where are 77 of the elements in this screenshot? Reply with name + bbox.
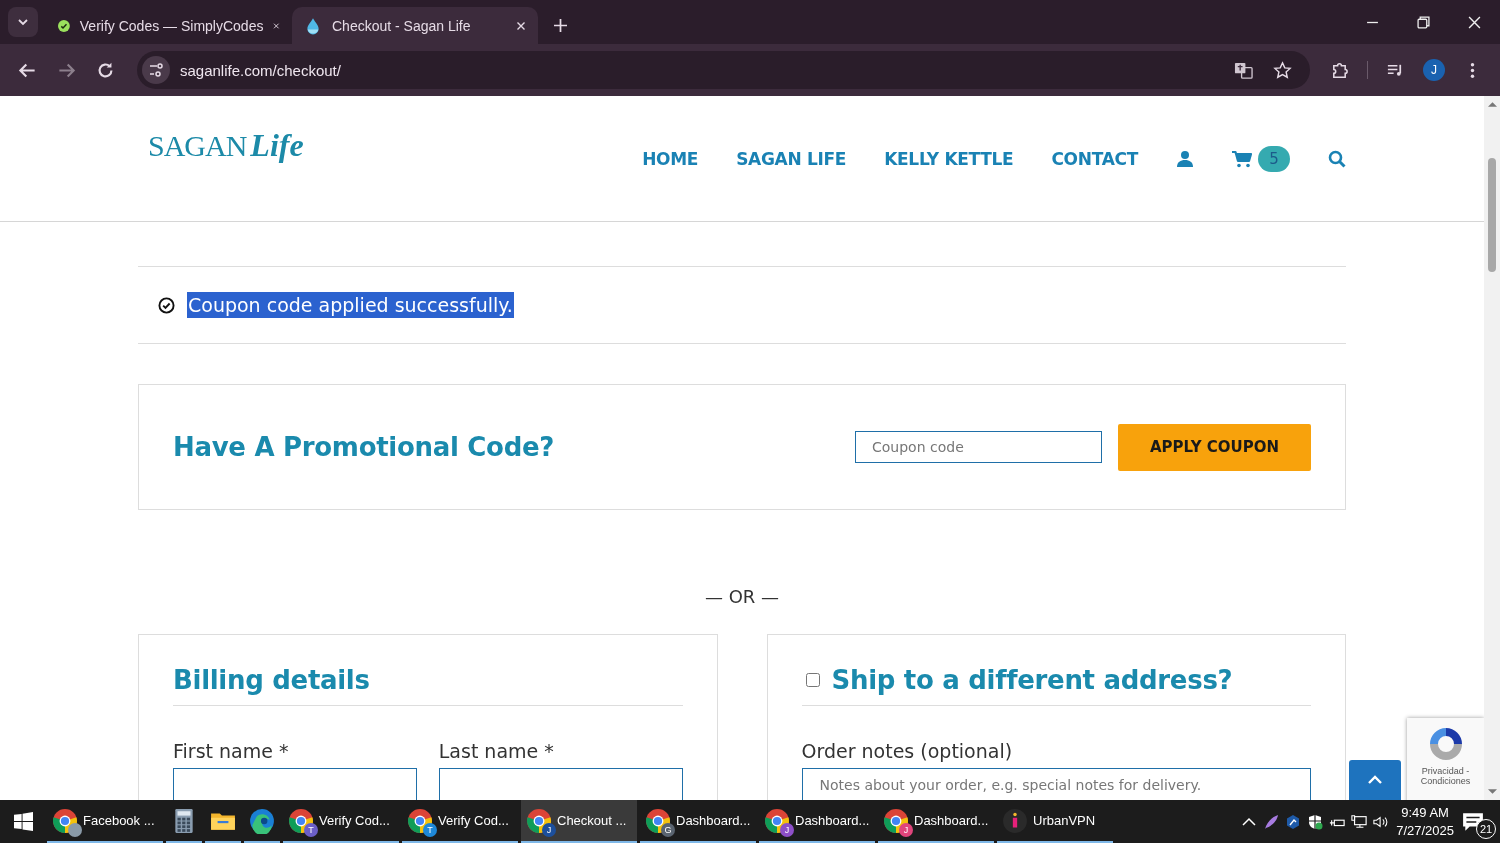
browser-tab[interactable]: Verify Codes — SimplyCodes — [46, 7, 292, 44]
user-icon[interactable] — [1176, 149, 1194, 168]
search-icon[interactable] — [1328, 149, 1346, 168]
coupon-field[interactable]: Coupon code — [855, 431, 1102, 463]
check-circle-icon — [158, 296, 175, 314]
shipping-heading: Ship to a different address? — [831, 665, 1233, 695]
browser-tab[interactable]: Checkout - Sagan Life — [292, 7, 538, 44]
billing-heading: Billing details — [173, 665, 683, 706]
field-label: Order notes (optional) — [801, 740, 1014, 762]
profile-avatar[interactable]: J — [1423, 59, 1445, 81]
tab-title: Verify Codes — SimplyCodes — [79, 17, 264, 34]
ship-checkbox[interactable] — [805, 673, 820, 687]
hexagon-app-icon[interactable] — [1285, 813, 1302, 830]
network-icon[interactable] — [1351, 813, 1368, 830]
chevron-up-icon — [1367, 775, 1383, 785]
taskbar-button[interactable]: T Verify Cod... — [283, 800, 399, 843]
scroll-down-icon[interactable] — [1487, 789, 1497, 795]
chevron-down-icon — [17, 16, 29, 28]
nav-link[interactable]: HOME — [642, 148, 699, 169]
taskbar-button[interactable]: Facebook ... — [47, 800, 163, 843]
restore-icon[interactable] — [1417, 16, 1430, 29]
recaptcha-badge[interactable]: Privacidad - Condiciones — [1407, 718, 1484, 800]
order-notes-field[interactable]: Notes about your order, e.g. special notes for delivery. — [801, 768, 1311, 800]
browser-icon — [883, 807, 909, 834]
promo-heading: Have A Promotional Code? — [173, 432, 555, 462]
address-bar[interactable]: saganlife.com/checkout/ — [137, 51, 1310, 89]
feather-icon[interactable] — [1263, 813, 1280, 830]
input-field[interactable] — [173, 768, 417, 800]
windows-start-icon[interactable] — [14, 812, 33, 831]
edge-browser-icon — [249, 807, 275, 834]
browser-icon — [288, 807, 314, 834]
browser-icon — [764, 807, 790, 834]
tab-search-button[interactable] — [8, 7, 38, 37]
extensions-icon[interactable] — [1330, 60, 1349, 80]
browser-icon — [407, 807, 433, 834]
taskbar-button[interactable]: J Dashboard... — [759, 800, 875, 843]
cart-icon[interactable] — [1232, 149, 1252, 168]
notification-count: 21 — [1476, 819, 1496, 839]
site-logo[interactable]: SAGANLife — [148, 127, 304, 164]
nav-link[interactable]: KELLY KETTLE — [884, 148, 1014, 169]
close-icon[interactable] — [273, 20, 280, 31]
browser-icon — [645, 807, 671, 834]
browser-icon — [526, 807, 552, 834]
vpn-app-icon — [1002, 807, 1028, 834]
volume-icon[interactable] — [1373, 813, 1390, 830]
scroll-thumb[interactable] — [1488, 158, 1496, 272]
taskbar-button[interactable]: UrbanVPN — [997, 800, 1113, 843]
reload-icon[interactable] — [96, 60, 115, 80]
nav-link[interactable]: SAGAN LIFE — [736, 148, 847, 169]
taskbar-button[interactable]: G Dashboard... — [640, 800, 756, 843]
shield-icon[interactable] — [1307, 813, 1324, 830]
site-settings-icon[interactable] — [142, 56, 170, 84]
close-icon[interactable] — [516, 20, 526, 31]
scroll-up-icon[interactable] — [1487, 101, 1497, 107]
star-icon[interactable] — [1273, 60, 1292, 80]
apply-coupon-button[interactable]: APPLY COUPON — [1118, 423, 1311, 471]
taskbar-button[interactable]: J Checkout ... — [521, 800, 637, 843]
tab-title: Checkout - Sagan Life — [332, 17, 472, 34]
close-icon[interactable] — [1468, 16, 1481, 29]
taskbar-button[interactable]: J Dashboard... — [878, 800, 994, 843]
field-label: First name * — [173, 740, 290, 762]
scrollbar[interactable] — [1484, 96, 1500, 800]
clock[interactable]: 9:49 AM 7/27/2025 — [1396, 803, 1454, 840]
privacy-terms-links[interactable]: Privacidad - Condiciones — [1407, 766, 1484, 786]
url-text: saganlife.com/checkout/ — [180, 61, 341, 79]
clock-time: 9:49 AM — [1401, 803, 1449, 822]
clock-date: 7/27/2025 — [1396, 821, 1454, 840]
water-drop-icon — [304, 16, 322, 35]
or-divider: — OR — — [703, 586, 781, 608]
notification-center-button[interactable]: 21 — [1462, 800, 1494, 843]
field-label: Last name * — [438, 740, 555, 762]
taskbar-button[interactable]: T Verify Cod... — [402, 800, 518, 843]
translate-icon[interactable] — [1234, 60, 1253, 80]
input-field[interactable] — [438, 768, 683, 800]
nav-link[interactable]: CONTACT — [1051, 148, 1138, 169]
notice-message: Coupon code applied successfully. — [187, 292, 514, 318]
new-tab-icon[interactable] — [554, 19, 567, 32]
